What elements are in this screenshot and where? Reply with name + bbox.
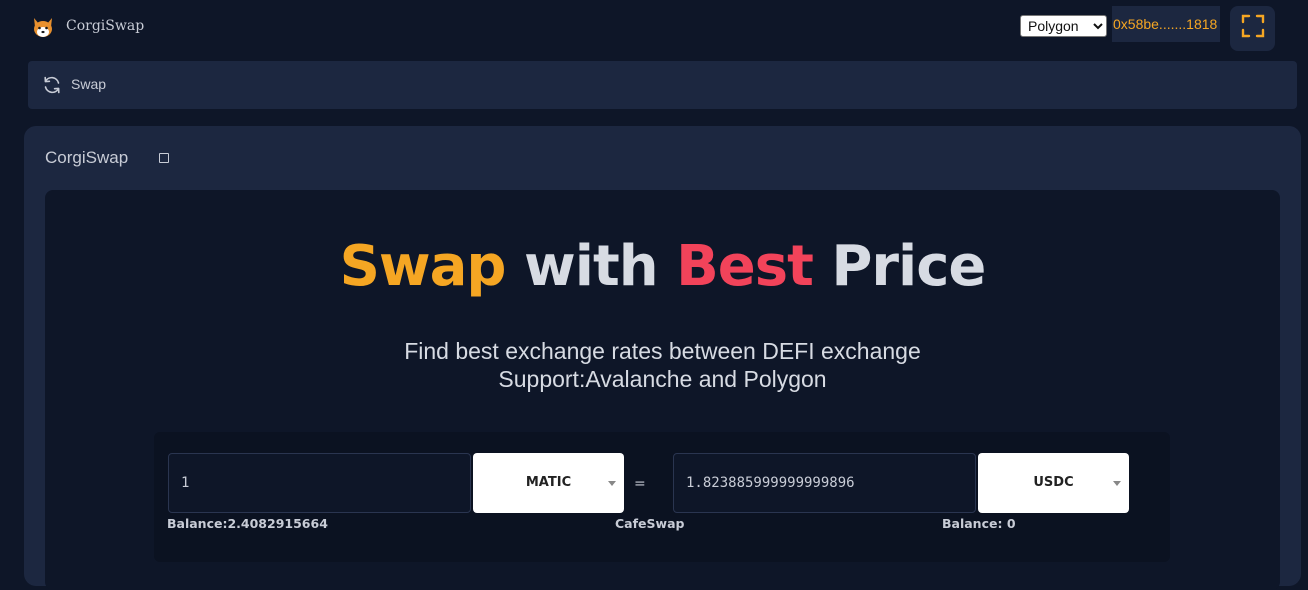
chevron-down-icon bbox=[608, 481, 616, 486]
to-token-select[interactable]: USDC bbox=[978, 453, 1129, 513]
equals-sign: = bbox=[634, 476, 646, 492]
nav-item-swap[interactable]: Swap bbox=[71, 76, 106, 92]
hero-word-price: Price bbox=[831, 234, 986, 299]
fullscreen-button[interactable] bbox=[1230, 6, 1275, 51]
wallet-address-button[interactable]: 0x58be.......1818 bbox=[1112, 6, 1220, 42]
from-amount-input[interactable]: 1 bbox=[168, 453, 471, 513]
to-token-label: USDC bbox=[1033, 475, 1074, 490]
top-bar: CorgiSwap Polygon 0x58be.......1818 bbox=[0, 0, 1308, 56]
chevron-down-icon bbox=[1113, 481, 1121, 486]
brand-name[interactable]: CorgiSwap bbox=[66, 18, 144, 34]
exchange-name: CafeSwap bbox=[615, 516, 685, 531]
hero-word-swap: Swap bbox=[339, 234, 507, 299]
from-token-select[interactable]: MATIC bbox=[473, 453, 624, 513]
refresh-icon[interactable] bbox=[42, 75, 62, 95]
nav-bar: Swap bbox=[28, 61, 1297, 109]
hero-word-best: Best bbox=[676, 234, 814, 299]
to-balance: Balance: 0 bbox=[942, 516, 1016, 531]
hero-subtitle: Find best exchange rates between DEFI ex… bbox=[45, 337, 1280, 393]
subtitle-line-2: Support:Avalanche and Polygon bbox=[498, 366, 827, 392]
corgi-logo-icon[interactable] bbox=[30, 15, 56, 41]
swap-section: Swap with Best Price Find best exchange … bbox=[45, 190, 1280, 590]
from-balance: Balance:2.4082915664 bbox=[167, 516, 328, 531]
to-amount-input[interactable]: 1.823885999999999896 bbox=[673, 453, 976, 513]
network-select[interactable]: Polygon bbox=[1020, 15, 1107, 37]
panel-title: CorgiSwap bbox=[45, 148, 129, 167]
hero-word-with: with bbox=[524, 234, 659, 299]
swap-card: 1 MATIC = 1.823885999999999896 USDC Bala… bbox=[154, 432, 1170, 562]
hero-heading: Swap with Best Price bbox=[45, 234, 1280, 299]
subtitle-line-1: Find best exchange rates between DEFI ex… bbox=[404, 338, 921, 364]
main-panel: CorgiSwap Swap with Best Price Find best… bbox=[24, 126, 1301, 590]
fullscreen-icon bbox=[1241, 14, 1265, 43]
square-icon[interactable] bbox=[159, 153, 169, 163]
from-token-label: MATIC bbox=[525, 475, 572, 490]
